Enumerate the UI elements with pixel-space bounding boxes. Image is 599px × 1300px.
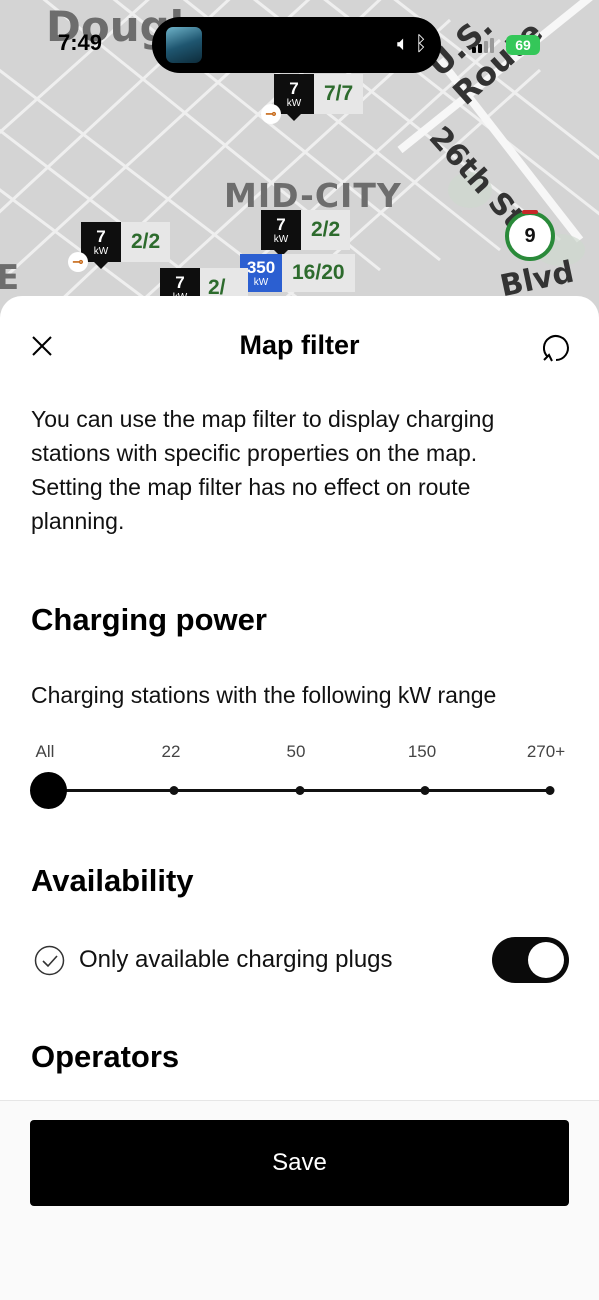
charging-marker[interactable]: 7 kW 2/2 ⊸	[68, 222, 171, 272]
marker-availability: 7/7	[314, 74, 364, 114]
charging-marker[interactable]: 7 kW 2/2	[261, 210, 351, 257]
bluetooth-icon: ᛒ	[415, 33, 427, 55]
operators-heading: Operators	[31, 1039, 180, 1074]
slider-stop[interactable]	[545, 786, 555, 795]
availability-heading: Availability	[31, 863, 194, 898]
now-playing-artwork	[166, 27, 202, 63]
plug-icon: ⊸	[68, 252, 88, 272]
check-circle-icon	[34, 945, 65, 976]
marker-power: 7 kW	[261, 210, 301, 257]
availability-option-label: Only available charging plugs	[79, 946, 393, 973]
marker-availability: 2/2	[301, 210, 351, 250]
slider-stop[interactable]	[169, 786, 179, 795]
signal-icon	[472, 38, 494, 53]
tick-label-150: 150	[407, 742, 437, 761]
plug-icon: ⊸	[261, 104, 281, 124]
charging-power-slider[interactable]: All 22 50 150 270+	[30, 742, 575, 812]
sheet-footer: Save	[0, 1100, 599, 1300]
tick-label-50: 50	[286, 742, 306, 761]
status-time: 7:49	[58, 30, 103, 55]
reset-icon	[542, 335, 569, 362]
slider-stop[interactable]	[420, 786, 430, 795]
charging-power-caption: Charging stations with the following kW …	[31, 682, 497, 708]
map-label-edge: E	[0, 258, 20, 298]
dynamic-island[interactable]: 🔈︎ ᛒ	[152, 17, 441, 73]
slider-stop[interactable]	[295, 786, 305, 795]
availability-option: Only available charging plugs	[31, 936, 571, 984]
toggle-knob	[528, 942, 564, 978]
charging-marker[interactable]: 7 kW 7/7 ⊸	[261, 74, 364, 124]
map-filter-sheet: Map filter You can use the map filter to…	[0, 296, 599, 1300]
map-background[interactable]: Dougl MID-CITY E U.S. Route 26th St Blvd…	[0, 0, 599, 320]
marker-power: 7 kW	[81, 222, 121, 269]
speaker-icon: 🔈︎	[397, 33, 409, 55]
charging-power-heading: Charging power	[31, 602, 267, 637]
tick-label-all: All	[35, 742, 55, 761]
tick-label-270: 270+	[526, 742, 566, 761]
reset-button[interactable]	[538, 330, 574, 366]
save-button[interactable]: Save	[30, 1120, 569, 1206]
available-plugs-toggle[interactable]	[492, 937, 569, 983]
tick-label-22: 22	[161, 742, 181, 761]
route-shield: 9	[505, 210, 555, 261]
marker-power: 7 kW	[274, 74, 314, 121]
slider-thumb[interactable]	[30, 772, 67, 809]
marker-availability: 16/20	[282, 254, 355, 292]
intro-text: You can use the map filter to display ch…	[31, 406, 495, 534]
page-title: Map filter	[239, 330, 360, 360]
sheet-header: Map filter	[0, 296, 599, 396]
marker-availability: 2/2	[121, 222, 171, 262]
charging-marker-fast[interactable]: 350 kW 16/20	[240, 254, 355, 292]
battery-indicator: 69	[506, 35, 540, 55]
